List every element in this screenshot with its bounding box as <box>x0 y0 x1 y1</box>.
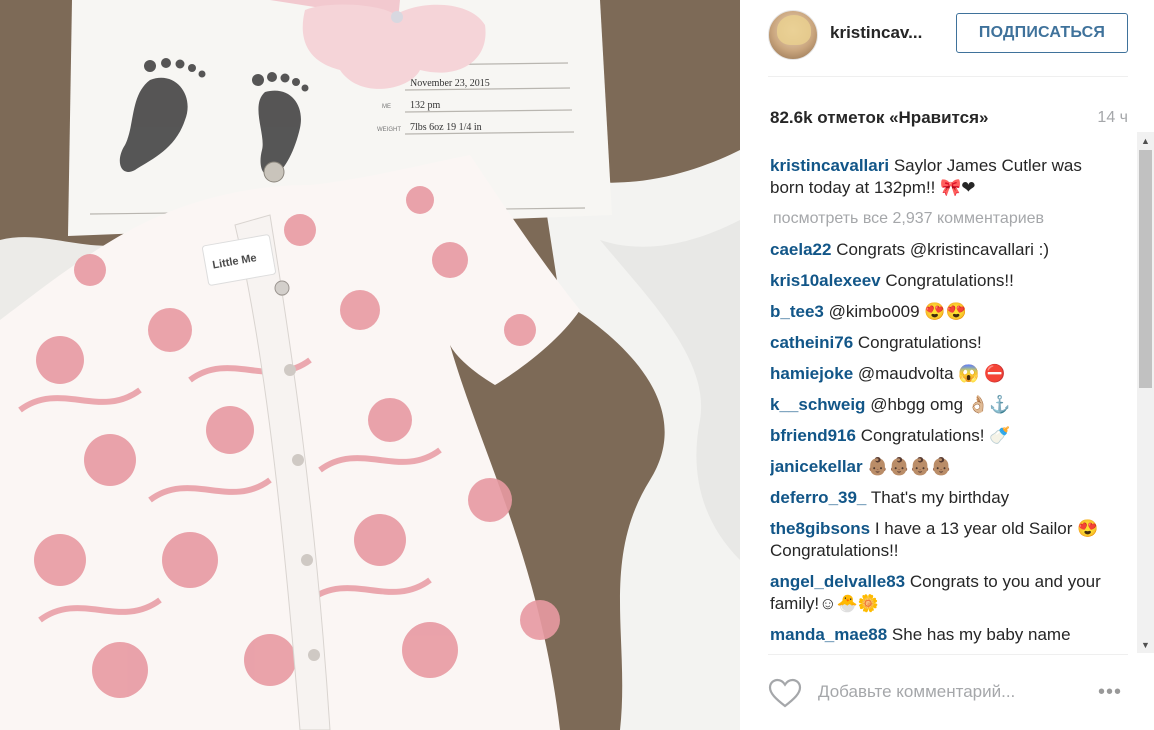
scroll-thumb[interactable] <box>1139 150 1152 388</box>
comment-text: @maudvolta 😱 ⛔ <box>857 364 1006 383</box>
comment-username[interactable]: bfriend916 <box>770 426 856 445</box>
comment-row: manda_mae88 She has my baby name <box>770 624 1115 646</box>
comment-text: 👶🏽👶🏽👶🏽👶🏽 <box>867 457 953 476</box>
like-heart-icon[interactable] <box>768 678 802 708</box>
post-photo[interactable]: November 23, 2015 ME 132 pm WEIGHT 7lbs … <box>0 0 740 730</box>
comment-username[interactable]: angel_delvalle83 <box>770 572 905 591</box>
comment-username[interactable]: hamiejoke <box>770 364 853 383</box>
comment-row: k__schweig @hbgg omg 👌🏼⚓ <box>770 394 1115 416</box>
avatar[interactable] <box>768 10 818 60</box>
caption-username[interactable]: kristincavallari <box>770 156 889 175</box>
post-footer: Добавьте комментарий... ••• <box>740 660 1154 730</box>
add-comment-input[interactable]: Добавьте комментарий... <box>818 682 1015 702</box>
comments-list: kristincavallari Saylor James Cutler was… <box>770 155 1115 648</box>
comment-row: catheini76 Congratulations! <box>770 332 1115 354</box>
comment-username[interactable]: janicekellar <box>770 457 863 476</box>
comment-text: She has my baby name <box>891 625 1071 644</box>
comment-row: janicekellar 👶🏽👶🏽👶🏽👶🏽 <box>770 456 1115 478</box>
certificate-weight: 7lbs 6oz 19 1/4 in <box>410 122 482 133</box>
certificate-weight-label: WEIGHT <box>377 127 401 133</box>
comment-row: caela22 Congrats @kristincavallari :) <box>770 239 1115 261</box>
follow-button[interactable]: ПОДПИСАТЬСЯ <box>956 13 1128 53</box>
view-all-comments-link[interactable]: посмотреть все 2,937 комментариев <box>773 208 1115 230</box>
comment-username[interactable]: k__schweig <box>770 395 865 414</box>
comment-row: angel_delvalle83 Congrats to you and you… <box>770 571 1115 615</box>
photo-illustration: November 23, 2015 ME 132 pm WEIGHT 7lbs … <box>0 0 740 730</box>
comment-username[interactable]: deferro_39_ <box>770 488 866 507</box>
post-header: kristincav... ПОДПИСАТЬСЯ <box>740 0 1154 70</box>
comment-text: @hbgg omg 👌🏼⚓ <box>870 395 1011 414</box>
comment-text: Congratulations!! <box>885 271 1014 290</box>
post-username[interactable]: kristincav... <box>830 23 922 43</box>
certificate-time-label: ME <box>382 104 391 110</box>
footer-divider <box>768 654 1128 655</box>
caption: kristincavallari Saylor James Cutler was… <box>770 155 1115 199</box>
post-timestamp[interactable]: 14 ч <box>1097 109 1128 127</box>
comment-row: bfriend916 Congratulations! 🍼 <box>770 425 1115 447</box>
comments-scrollbar[interactable]: ▲ ▼ <box>1137 132 1154 653</box>
header-divider <box>768 76 1128 77</box>
comment-username[interactable]: b_tee3 <box>770 302 824 321</box>
more-options-icon[interactable]: ••• <box>1098 682 1122 702</box>
comment-username[interactable]: the8gibsons <box>770 519 870 538</box>
likes-count[interactable]: 82.6k отметок «Нравится» <box>770 108 988 128</box>
comment-text: That's my birthday <box>870 488 1010 507</box>
comment-row: the8gibsons I have a 13 year old Sailor … <box>770 518 1115 562</box>
comment-row: hamiejoke @maudvolta 😱 ⛔ <box>770 363 1115 385</box>
comment-row: kris10alexeev Congratulations!! <box>770 270 1115 292</box>
comment-text: Congratulations! 🍼 <box>860 426 1011 445</box>
comment-row: b_tee3 @kimbo009 😍😍 <box>770 301 1115 323</box>
scroll-down-arrow-icon[interactable]: ▼ <box>1137 636 1154 653</box>
comment-username[interactable]: kris10alexeev <box>770 271 881 290</box>
comment-username[interactable]: manda_mae88 <box>770 625 887 644</box>
comment-username[interactable]: catheini76 <box>770 333 853 352</box>
comment-text: Congratulations! <box>857 333 982 352</box>
comment-rows: caela22 Congrats @kristincavallari :) kri… <box>770 239 1115 646</box>
comment-text: Congrats @kristincavallari :) <box>836 240 1050 259</box>
scroll-up-arrow-icon[interactable]: ▲ <box>1137 132 1154 149</box>
comment-username[interactable]: caela22 <box>770 240 831 259</box>
certificate-time: 132 pm <box>410 100 441 111</box>
certificate-date: November 23, 2015 <box>410 78 490 89</box>
comment-row: deferro_39_ That's my birthday <box>770 487 1115 509</box>
comment-text: @kimbo009 😍😍 <box>828 302 967 321</box>
post-panel: kristincav... ПОДПИСАТЬСЯ 82.6k отметок … <box>740 0 1154 730</box>
